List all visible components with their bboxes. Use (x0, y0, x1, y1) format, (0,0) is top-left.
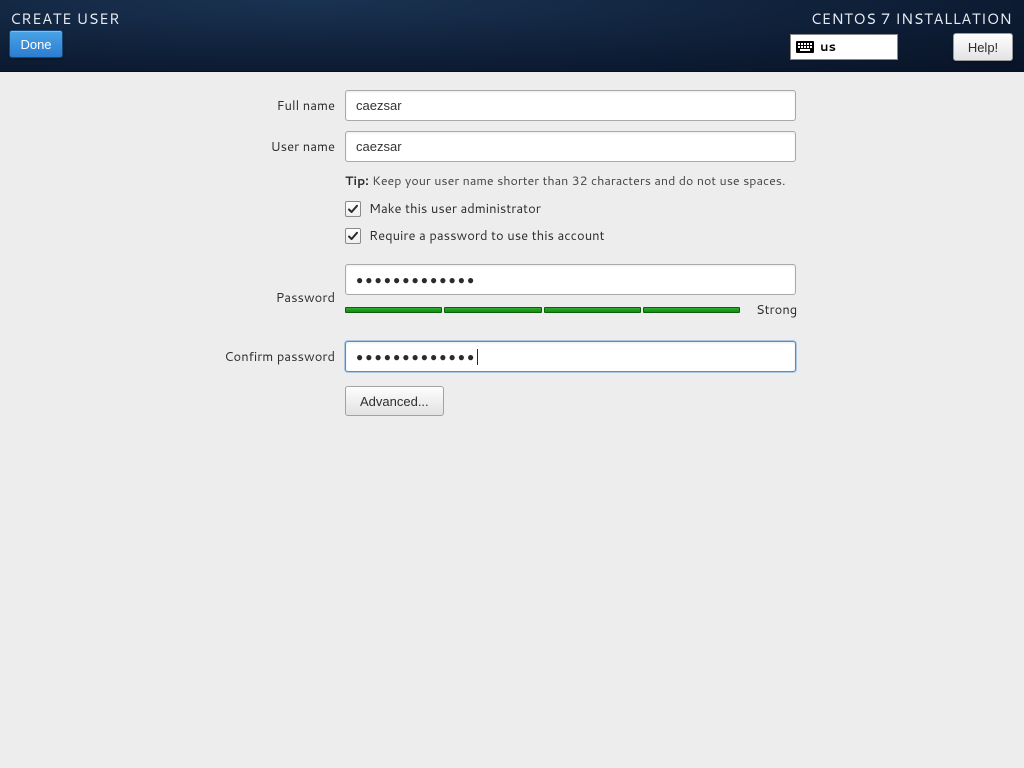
checkmark-icon (347, 230, 359, 242)
checkmark-icon (347, 203, 359, 215)
confirm-password-masked-value: ●●●●●●●●●●●●● (356, 350, 476, 364)
username-tip: Tip: Keep your user name shorter than 32… (345, 172, 800, 190)
username-label: User name (0, 138, 345, 156)
require-password-checkbox-row[interactable]: Require a password to use this account (345, 227, 800, 245)
text-cursor-icon (477, 349, 478, 365)
admin-checkbox-row[interactable]: Make this user administrator (345, 200, 800, 218)
tip-text: Keep your user name shorter than 32 char… (372, 172, 785, 190)
password-strength-label: Strong (756, 301, 797, 319)
require-password-checkbox-label: Require a password to use this account (369, 227, 605, 245)
require-password-checkbox[interactable] (345, 228, 361, 244)
form-area: Full name User name Tip: Keep your user … (0, 72, 1024, 416)
admin-checkbox[interactable] (345, 201, 361, 217)
keyboard-layout-selector[interactable]: us (790, 34, 898, 60)
username-input[interactable] (345, 131, 796, 162)
tip-prefix: Tip: (345, 172, 369, 190)
password-label: Password (0, 289, 345, 307)
fullname-label: Full name (0, 97, 345, 115)
admin-checkbox-label: Make this user administrator (369, 200, 541, 218)
password-strength-meter (345, 307, 740, 313)
header-bar: CREATE USER Done CENTOS 7 INSTALLATION u… (0, 0, 1024, 72)
page-title: CREATE USER (10, 8, 120, 29)
keyboard-icon (796, 41, 814, 53)
password-masked-value: ●●●●●●●●●●●●● (346, 265, 795, 294)
password-input[interactable]: ●●●●●●●●●●●●● (345, 264, 796, 295)
distro-title: CENTOS 7 INSTALLATION (811, 8, 1012, 29)
done-button[interactable]: Done (9, 30, 63, 58)
confirm-password-label: Confirm password (0, 348, 345, 366)
fullname-input[interactable] (345, 90, 796, 121)
advanced-button[interactable]: Advanced... (345, 386, 444, 416)
keyboard-layout-label: us (820, 38, 836, 56)
help-button[interactable]: Help! (953, 33, 1013, 61)
confirm-password-input[interactable]: ●●●●●●●●●●●●● (345, 341, 796, 372)
